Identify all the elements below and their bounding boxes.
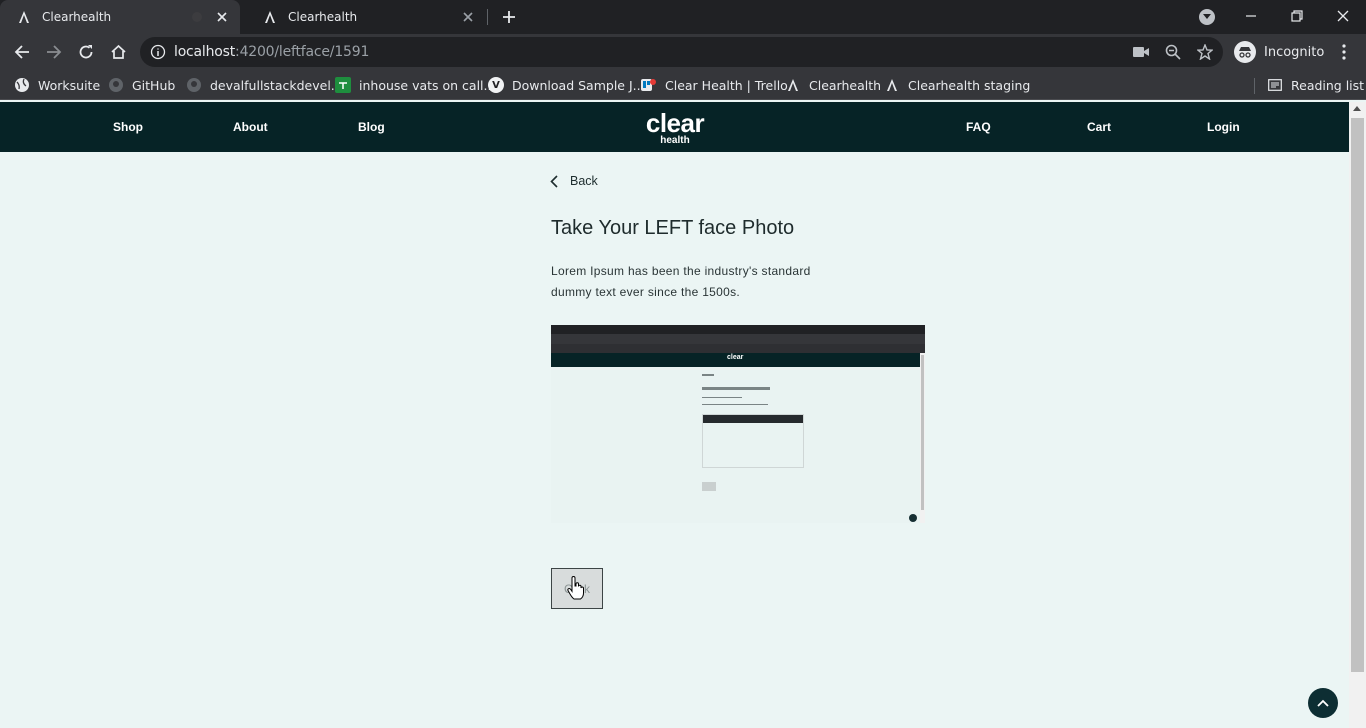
recording-indicator-icon <box>192 12 202 22</box>
github-icon <box>186 77 202 93</box>
globe-icon <box>14 77 30 93</box>
arrow-right-icon <box>47 45 62 59</box>
page-title: Take Your LEFT face Photo <box>551 217 795 239</box>
browser-menu-button[interactable] <box>1334 40 1354 64</box>
bookmark-label: Clearhealth <box>809 77 882 93</box>
arrow-left-icon <box>14 45 29 59</box>
bookmark-star-icon[interactable] <box>1197 44 1213 60</box>
bookmarks-bar: Worksuite GitHub devalfullstackdevel... … <box>0 70 1366 100</box>
incognito-icon <box>1234 41 1256 63</box>
preview-logo-text: clear <box>727 354 744 361</box>
browser-tab-strip: Clearhealth Clearhealth <box>0 0 1366 34</box>
chevron-left-icon <box>550 174 558 188</box>
bookmark-label: Worksuite <box>38 77 101 93</box>
more-vert-icon <box>1342 44 1346 60</box>
camera-blocked-icon[interactable] <box>1133 44 1149 60</box>
restore-icon <box>1291 10 1303 22</box>
reload-icon <box>79 45 93 59</box>
trello-icon <box>641 77 657 93</box>
captured-photo-preview: clear <box>551 325 925 523</box>
zoom-icon[interactable] <box>1165 44 1181 60</box>
bookmark-inhouse-vats[interactable]: inhouse vats on call... <box>335 75 495 95</box>
logo-main-text: clear <box>645 108 705 138</box>
bookmark-clearhealth[interactable]: Clearhealth <box>785 75 881 95</box>
browser-toolbar: localhost:4200/leftface/1591 Incognito <box>0 34 1366 70</box>
close-tab-icon[interactable] <box>460 9 476 25</box>
reading-list-label: Reading list <box>1291 77 1365 93</box>
tab-title: Clearhealth <box>42 10 112 24</box>
bookmark-github[interactable]: GitHub <box>108 75 175 95</box>
profile-label: Incognito <box>1264 44 1325 60</box>
reload-button[interactable] <box>74 40 98 64</box>
bookmark-clearhealth-staging[interactable]: Clearhealth staging <box>884 75 1030 95</box>
scroll-to-top-button[interactable] <box>1308 688 1338 718</box>
minimize-button[interactable] <box>1228 0 1274 32</box>
browser-tab-active[interactable]: Clearhealth <box>0 0 240 34</box>
nav-login[interactable]: Login <box>1207 120 1240 134</box>
nav-cart[interactable]: Cart <box>1087 120 1111 134</box>
clear-health-logo[interactable]: clear health <box>640 108 710 146</box>
bookmark-label: Clear Health | Trello <box>665 77 788 93</box>
nav-faq[interactable]: FAQ <box>966 120 991 134</box>
close-tab-icon[interactable] <box>214 9 230 25</box>
angular-icon <box>884 77 900 93</box>
close-window-button[interactable] <box>1320 0 1366 32</box>
sheets-icon <box>335 77 351 93</box>
angular-icon <box>262 9 278 25</box>
url-text: localhost:4200/leftface/1591 <box>174 44 369 60</box>
bookmark-label: GitHub <box>132 77 176 93</box>
restore-button[interactable] <box>1274 0 1320 32</box>
incognito-profile-button[interactable]: Incognito <box>1234 39 1324 65</box>
bookmark-label: Clearhealth staging <box>908 77 1031 93</box>
bookmark-trello[interactable]: Clear Health | Trello <box>641 75 788 95</box>
tab-divider <box>487 9 488 25</box>
angular-icon <box>16 9 32 25</box>
chevron-down-icon <box>1203 14 1211 19</box>
reading-list-icon <box>1267 77 1283 93</box>
bookmark-label: inhouse vats on call... <box>359 77 496 93</box>
back-button[interactable] <box>10 40 34 64</box>
url-host: localhost <box>174 44 236 60</box>
v-icon: V <box>488 77 504 93</box>
home-button[interactable] <box>106 40 130 64</box>
scrollbar-thumb[interactable] <box>1351 118 1364 672</box>
back-label: Back <box>570 174 598 188</box>
forward-button[interactable] <box>42 40 66 64</box>
github-icon <box>108 77 124 93</box>
info-icon[interactable] <box>150 44 166 65</box>
browser-tab[interactable]: Clearhealth <box>246 0 486 34</box>
scroll-up-arrow-icon[interactable] <box>1353 106 1361 111</box>
nav-blog[interactable]: Blog <box>358 120 385 134</box>
angular-icon <box>785 77 801 93</box>
new-tab-button[interactable] <box>498 6 520 28</box>
plus-icon <box>503 11 515 23</box>
tab-search-button[interactable] <box>1199 9 1215 25</box>
site-navbar: Shop About Blog clear health FAQ Cart Lo… <box>0 102 1349 152</box>
minimize-icon <box>1246 15 1256 17</box>
hand-cursor-icon <box>567 576 584 600</box>
chevron-up-icon <box>1317 699 1329 707</box>
address-bar[interactable]: localhost:4200/leftface/1591 <box>140 37 1223 67</box>
back-link[interactable]: Back <box>550 174 598 188</box>
bookmark-worksuite[interactable]: Worksuite <box>14 75 100 95</box>
home-icon <box>110 44 126 59</box>
page-description: Lorem Ipsum has been the industry's stan… <box>551 264 811 299</box>
bookmark-label: devalfullstackdevel... <box>210 77 343 93</box>
bookmark-label: Download Sample J... <box>512 77 645 93</box>
tab-title: Clearhealth <box>288 10 358 24</box>
bookmark-devalfullstack[interactable]: devalfullstackdevel... <box>186 75 343 95</box>
nav-about[interactable]: About <box>233 120 268 134</box>
bookmarks-divider <box>1254 78 1255 94</box>
nav-shop[interactable]: Shop <box>113 120 143 134</box>
reading-list-button[interactable]: Reading list <box>1267 75 1364 95</box>
close-icon <box>1337 10 1349 22</box>
page-scrollbar[interactable] <box>1349 102 1366 728</box>
url-path: :4200/leftface/1591 <box>235 44 370 60</box>
bookmark-download-sample[interactable]: V Download Sample J... <box>488 75 645 95</box>
